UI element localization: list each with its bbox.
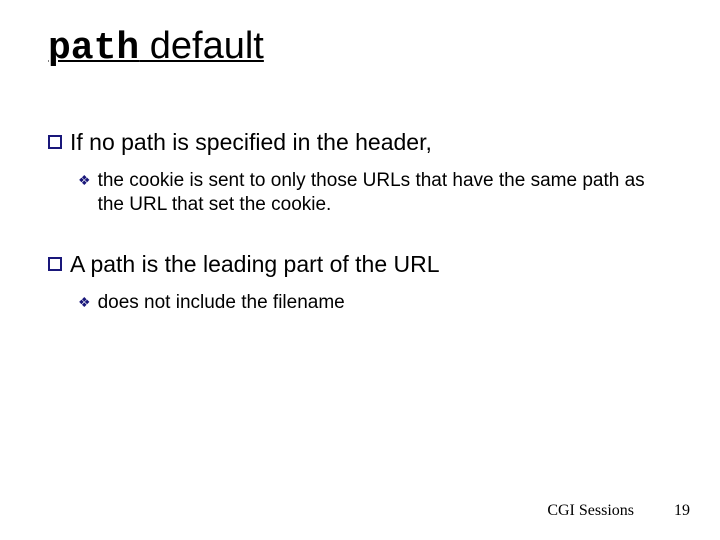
bullet-text: A path is the leading part of the URL [70, 250, 440, 279]
sub-bullet-text: does not include the filename [98, 291, 345, 316]
sub-bullet-group: ❖ the cookie is sent to only those URLs … [78, 169, 668, 218]
slide: path default If no path is specified in … [0, 0, 720, 540]
bullet-level2: ❖ the cookie is sent to only those URLs … [78, 169, 668, 218]
footer-page-number: 19 [674, 502, 690, 520]
square-bullet-icon [48, 135, 62, 149]
square-bullet-icon [48, 257, 62, 271]
bullet-level1: A path is the leading part of the URL [48, 250, 668, 279]
footer-label: CGI Sessions [547, 502, 634, 520]
diamond-bullet-icon: ❖ [78, 170, 91, 191]
diamond-bullet-icon: ❖ [78, 292, 91, 313]
bullet-level1: If no path is specified in the header, [48, 128, 668, 157]
title-mono: path [48, 27, 139, 70]
slide-content: If no path is specified in the header, ❖… [48, 128, 668, 348]
title-plain: default [139, 25, 264, 67]
sub-bullet-text: the cookie is sent to only those URLs th… [98, 169, 668, 218]
bullet-level2: ❖ does not include the filename [78, 291, 668, 316]
bullet-text: If no path is specified in the header, [70, 128, 432, 157]
slide-title: path default [48, 26, 264, 70]
sub-bullet-group: ❖ does not include the filename [78, 291, 668, 316]
